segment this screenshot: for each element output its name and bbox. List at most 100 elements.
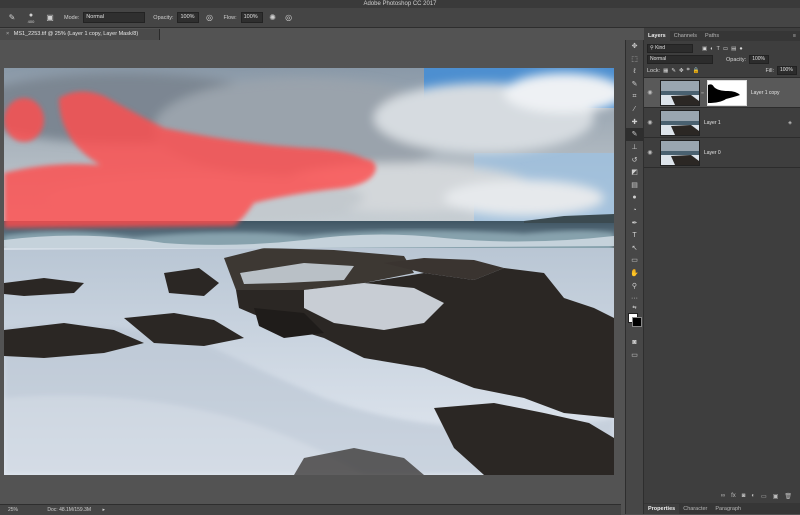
delete-layer-icon[interactable]: 🗑 bbox=[784, 493, 792, 500]
status-bar: 25% Doc: 48.1M/159.3M ▸ bbox=[0, 504, 621, 515]
opacity-field[interactable]: 100% bbox=[177, 12, 200, 23]
visibility-eye-icon[interactable]: ◉ bbox=[644, 149, 656, 156]
tool-pen[interactable]: ✒ bbox=[626, 216, 643, 229]
new-group-icon[interactable]: ▭ bbox=[761, 493, 767, 500]
type-tool-icon: T bbox=[632, 231, 637, 239]
tool-eraser[interactable]: ◩ bbox=[626, 166, 643, 179]
layer-name[interactable]: Layer 1 bbox=[704, 120, 721, 126]
layers-list: ◉ ∞ Layer 1 copy ◉ Layer 1 ◈ ◉ Layer 0 bbox=[644, 77, 800, 168]
adjustment-layer-icon[interactable]: ◐ bbox=[751, 493, 755, 499]
add-mask-icon[interactable]: ◙ bbox=[742, 493, 746, 499]
tool-zoom[interactable]: ⚲ bbox=[626, 279, 643, 292]
tab-paragraph[interactable]: Paragraph bbox=[711, 504, 745, 514]
brush-size-value: 400 bbox=[27, 18, 35, 24]
airbrush-icon[interactable]: ✺ bbox=[267, 12, 279, 24]
tool-move[interactable]: ✥ bbox=[626, 40, 643, 53]
type-filter-icon[interactable]: T bbox=[717, 46, 720, 52]
panel-tabs: Layers Channels Paths ≡ bbox=[644, 31, 800, 41]
tool-blur[interactable]: ● bbox=[626, 191, 643, 204]
layer-name[interactable]: Layer 0 bbox=[704, 150, 721, 156]
status-menu-icon[interactable]: ▸ bbox=[102, 507, 105, 513]
mode-select[interactable]: Normal bbox=[83, 12, 146, 23]
brush-size-picker[interactable]: ● 400 bbox=[22, 12, 40, 24]
tool-brush[interactable]: ✎ bbox=[626, 128, 643, 141]
swap-colors-icon[interactable]: ⇆ bbox=[626, 304, 643, 312]
tool-history-brush[interactable]: ↺ bbox=[626, 153, 643, 166]
tool-shape[interactable]: ▭ bbox=[626, 254, 643, 267]
layer-style-icon[interactable]: fx bbox=[731, 493, 736, 499]
fill-label: Fill: bbox=[765, 67, 774, 74]
tool-healing-brush[interactable]: ✚ bbox=[626, 116, 643, 129]
thumbnail-image bbox=[661, 140, 699, 165]
layer-filter-row: ⚲ Kind ▣ ◐ T ▭ ▤ ● bbox=[644, 43, 800, 54]
brush-preset-icon[interactable]: ✎ bbox=[6, 12, 18, 24]
shape-filter-icon[interactable]: ▭ bbox=[723, 46, 728, 52]
search-icon: ⚲ bbox=[650, 45, 654, 51]
tool-quick-select[interactable]: ✎ bbox=[626, 78, 643, 91]
tool-type[interactable]: T bbox=[626, 229, 643, 242]
tool-lasso[interactable]: ℓ bbox=[626, 65, 643, 78]
tab-channels[interactable]: Channels bbox=[670, 31, 701, 41]
tool-more[interactable]: ··· bbox=[626, 292, 643, 305]
new-layer-icon[interactable]: ▣ bbox=[773, 493, 779, 500]
lock-artboard-icon[interactable]: ⌗ bbox=[687, 67, 690, 74]
tab-character[interactable]: Character bbox=[679, 504, 711, 514]
flow-field[interactable]: 100% bbox=[240, 12, 263, 23]
layer-fill-field[interactable]: 100% bbox=[777, 66, 797, 75]
tool-dodge[interactable]: ◔ bbox=[626, 204, 643, 217]
pressure-opacity-icon[interactable]: ◎ bbox=[203, 12, 215, 24]
layer-opacity-field[interactable]: 100% bbox=[749, 55, 770, 64]
kind-label: Kind bbox=[655, 45, 666, 51]
history-brush-tool-icon: ↺ bbox=[631, 156, 638, 164]
link-layers-icon[interactable]: ∞ bbox=[721, 493, 725, 499]
lock-row: Lock: ▦ ✎ ✥ ⌗ 🔒 Fill: 100% bbox=[644, 65, 800, 76]
layer-row-layer-1[interactable]: ◉ Layer 1 ◈ bbox=[644, 108, 800, 138]
screen-mode-icon[interactable]: ▭ bbox=[626, 349, 643, 362]
color-swatches[interactable] bbox=[626, 312, 643, 328]
thumbnail-image bbox=[661, 110, 699, 135]
blend-mode-select[interactable]: Normal bbox=[647, 55, 713, 64]
options-bar: ✎ ● 400 ▣ Mode: Normal Opacity: 100% ◎ F… bbox=[0, 8, 800, 28]
smart-object-filter-icon[interactable]: ▤ bbox=[731, 46, 736, 52]
quick-mask-icon[interactable]: ◙ bbox=[626, 336, 643, 349]
photo-canvas[interactable] bbox=[4, 68, 614, 475]
layer-row-layer-1-copy[interactable]: ◉ ∞ Layer 1 copy bbox=[644, 78, 800, 108]
tool-hand[interactable]: ✋ bbox=[626, 267, 643, 280]
layer-row-layer-0[interactable]: ◉ Layer 0 bbox=[644, 138, 800, 168]
tool-clone-stamp[interactable]: ⊥ bbox=[626, 141, 643, 154]
lock-transparent-icon[interactable]: ▦ bbox=[663, 68, 668, 74]
layer-name[interactable]: Layer 1 copy bbox=[751, 90, 780, 96]
tab-properties[interactable]: Properties bbox=[644, 503, 680, 514]
properties-tabs: Properties Character Paragraph bbox=[644, 503, 800, 514]
tab-paths[interactable]: Paths bbox=[701, 31, 723, 41]
opacity-label: Opacity: bbox=[726, 56, 747, 63]
panel-menu-icon[interactable]: ≡ bbox=[793, 33, 796, 39]
close-icon[interactable]: × bbox=[6, 31, 9, 37]
brush-panel-toggle-icon[interactable]: ▣ bbox=[44, 12, 56, 24]
tool-crop[interactable]: ⌗ bbox=[626, 90, 643, 103]
mask-shape bbox=[707, 83, 740, 103]
zoom-level[interactable]: 25% bbox=[8, 507, 18, 513]
filter-kind-select[interactable]: ⚲ Kind bbox=[647, 44, 693, 53]
document-tab[interactable]: × MS1_2253.tif @ 25% (Layer 1 copy, Laye… bbox=[0, 29, 160, 40]
tab-layers[interactable]: Layers bbox=[644, 31, 670, 41]
tool-marquee[interactable]: ⬚ bbox=[626, 53, 643, 66]
lock-all-icon[interactable]: 🔒 bbox=[693, 68, 700, 74]
mask-link-icon[interactable]: ∞ bbox=[701, 90, 704, 95]
tool-eyedropper[interactable]: ⁄ bbox=[626, 103, 643, 116]
more-tools-icon: ··· bbox=[631, 294, 638, 302]
layer-mask-thumbnail[interactable] bbox=[706, 79, 747, 106]
adjustment-filter-icon[interactable]: ◐ bbox=[710, 46, 713, 52]
lock-position-icon[interactable]: ✥ bbox=[679, 68, 684, 74]
tool-gradient[interactable]: ▤ bbox=[626, 179, 643, 192]
background-color-swatch[interactable] bbox=[632, 317, 642, 328]
visibility-eye-icon[interactable]: ◉ bbox=[644, 119, 656, 126]
pressure-size-icon[interactable]: ◎ bbox=[283, 12, 295, 24]
visibility-eye-icon[interactable]: ◉ bbox=[644, 89, 656, 96]
gradient-tool-icon: ▤ bbox=[631, 181, 638, 189]
filter-toggle-icon[interactable]: ● bbox=[739, 46, 742, 52]
tool-path-select[interactable]: ↖ bbox=[626, 242, 643, 255]
lock-pixels-icon[interactable]: ✎ bbox=[671, 68, 676, 74]
doc-info[interactable]: Doc: 48.1M/159.3M bbox=[47, 507, 91, 513]
pixel-filter-icon[interactable]: ▣ bbox=[702, 46, 707, 52]
